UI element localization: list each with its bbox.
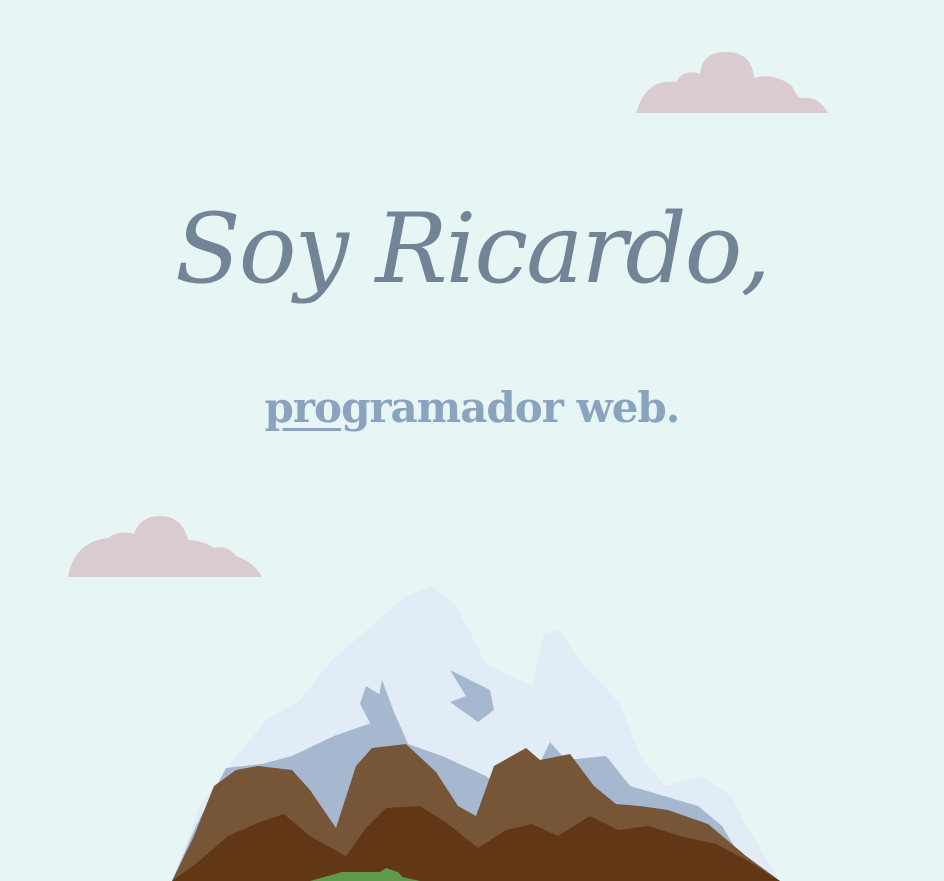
cloud-icon [636,52,828,113]
greeting-heading: Soy Ricardo, [175,193,771,305]
cloud-icon [68,516,262,577]
hero-scene: Soy Ricardo, programador web. [0,0,944,881]
role-subtitle: programador web. [0,383,944,433]
role-underlined-text: pro [264,383,343,432]
role-text: gramador web. [341,383,680,432]
mountain-icon [172,586,780,881]
